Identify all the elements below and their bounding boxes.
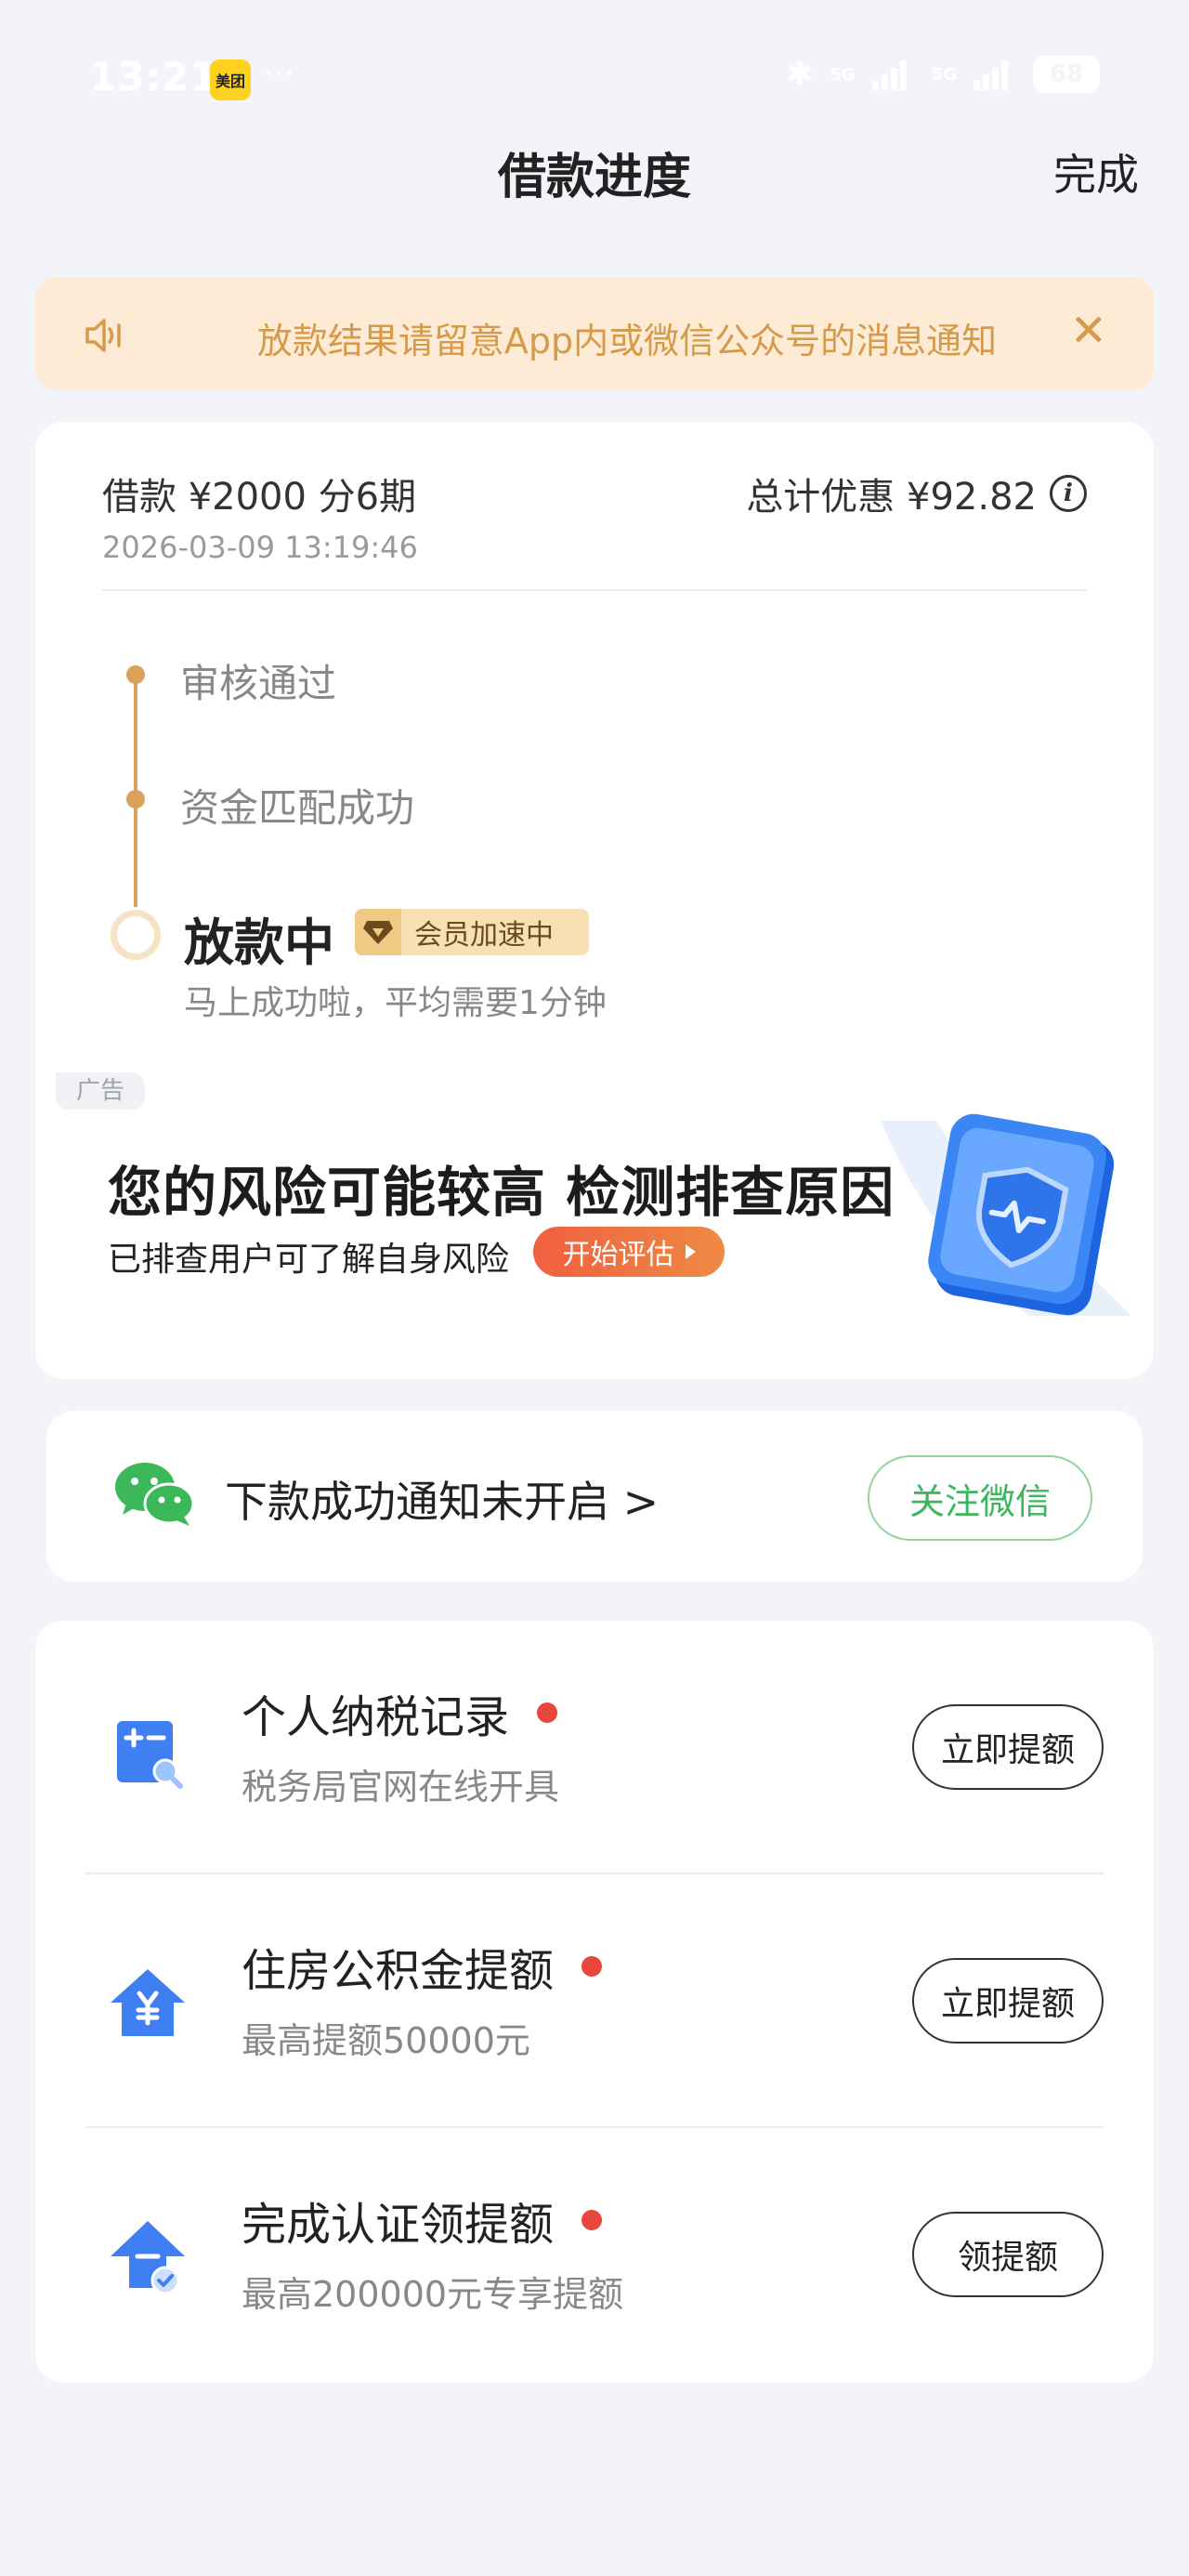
divider [102, 589, 1087, 591]
list-item-title: 个人纳税记录 [242, 1680, 558, 1745]
status-time: 13:21 [89, 54, 218, 99]
ad-title[interactable]: 您的风险可能较高 检测排查原因 [108, 1149, 895, 1227]
tax-record-title: 个人纳税记录 [242, 1691, 510, 1743]
raise-limit-button[interactable]: 立即提额 [912, 1958, 1104, 2044]
loan-datetime: 2026-03-09 13:19:46 [102, 530, 418, 565]
diamond-icon [355, 909, 401, 955]
signal-bars-icon [973, 59, 1016, 90]
ad-subtitle: 已排查用户可了解自身风险 [108, 1241, 510, 1279]
loan-amount: 借款 ¥2000 分6期 [102, 476, 417, 519]
list-item-verification[interactable]: 完成认证领提额 最高200000元专享提额 领提额 [85, 2128, 1104, 2382]
total-discount: 总计优惠 ¥92.82 i [746, 467, 1087, 520]
ad-tag: 广告 [56, 1072, 145, 1110]
timeline-current-sub: 马上成功啦，平均需要1分钟 [184, 984, 607, 1022]
meituan-app-icon: 美团 [210, 59, 251, 100]
timeline-line [134, 801, 137, 907]
raise-limit-button[interactable]: 立即提额 [912, 1704, 1104, 1790]
list-item-housing-fund[interactable]: 住房公积金提额 最高提额50000元 立即提额 [85, 1874, 1104, 2128]
notice-text: 放款结果请留意App内或微信公众号的消息通知 [256, 321, 998, 361]
close-icon[interactable]: ✕ [1070, 309, 1107, 353]
follow-wechat-button[interactable]: 关注微信 [868, 1455, 1092, 1541]
housing-fund-title: 住房公积金提额 [242, 1945, 555, 1997]
timeline-step-reviewed: 审核通过 [180, 661, 337, 706]
page-title: 借款进度 [497, 150, 691, 205]
timeline-dot-done [126, 790, 145, 808]
vip-badge-text: 会员加速中 [414, 919, 554, 952]
credit-increase-card: 个人纳税记录 税务局官网在线开具 立即提额 住房公积金提额 最高提额50000元… [35, 1621, 1154, 2383]
bluetooth-icon: ✱ [786, 56, 814, 93]
play-arrow-icon [685, 1244, 696, 1259]
timeline-dot-done [126, 665, 145, 684]
list-item-subtitle: 最高提额50000元 [242, 2020, 530, 2061]
claim-limit-button[interactable]: 领提额 [912, 2212, 1104, 2297]
list-item-subtitle: 最高200000元专享提额 [242, 2274, 624, 2315]
status-bar: 13:21 美团 ··· ✱ 5G 5G 68 [0, 0, 1189, 139]
signal-bars-icon [871, 59, 915, 90]
timeline-step-current: 放款中 [184, 913, 334, 972]
arrow-up-check-icon [111, 2221, 185, 2295]
more-notifications-icon: ··· [264, 58, 296, 90]
wechat-notify-card[interactable]: 下款成功通知未开启 > 关注微信 [46, 1411, 1143, 1582]
start-assessment-button[interactable]: 开始评估 [533, 1227, 725, 1277]
list-item-title: 完成认证领提额 [242, 2188, 603, 2253]
calculator-search-icon [117, 1721, 183, 1789]
status-indicators: ✱ 5G 5G 68 [787, 56, 1100, 93]
signal-label-2: 5G [931, 64, 957, 85]
red-dot-badge [537, 1702, 558, 1723]
discount-text: 总计优惠 ¥92.82 [746, 476, 1037, 519]
red-dot-badge [581, 1956, 603, 1977]
house-yuan-icon [111, 1969, 185, 2036]
start-assessment-label: 开始评估 [562, 1239, 674, 1271]
wechat-icon [115, 1463, 195, 1526]
timeline-line [134, 675, 137, 801]
list-item-tax-record[interactable]: 个人纳税记录 税务局官网在线开具 立即提额 [85, 1621, 1104, 1874]
notice-bar: 放款结果请留意App内或微信公众号的消息通知 ✕ [35, 277, 1154, 390]
verification-title: 完成认证领提额 [242, 2199, 555, 2251]
red-dot-badge [581, 2210, 603, 2230]
shield-risk-icon [881, 1113, 1131, 1316]
vip-speed-badge: 会员加速中 [355, 909, 589, 955]
list-item-subtitle: 税务局官网在线开具 [242, 1767, 560, 1807]
info-icon[interactable]: i [1050, 475, 1087, 512]
timeline-step-matched: 资金匹配成功 [180, 785, 415, 831]
wechat-notify-text[interactable]: 下款成功通知未开启 > [225, 1468, 659, 1530]
done-button[interactable]: 完成 [1053, 141, 1139, 203]
timeline-ring-current [111, 910, 161, 960]
list-item-title: 住房公积金提额 [242, 1934, 603, 1999]
speaker-icon [85, 319, 121, 352]
loan-progress-card: 借款 ¥2000 分6期 2026-03-09 13:19:46 总计优惠 ¥9… [35, 422, 1154, 1379]
battery-icon: 68 [1033, 56, 1100, 93]
signal-label-1: 5G [830, 64, 856, 85]
